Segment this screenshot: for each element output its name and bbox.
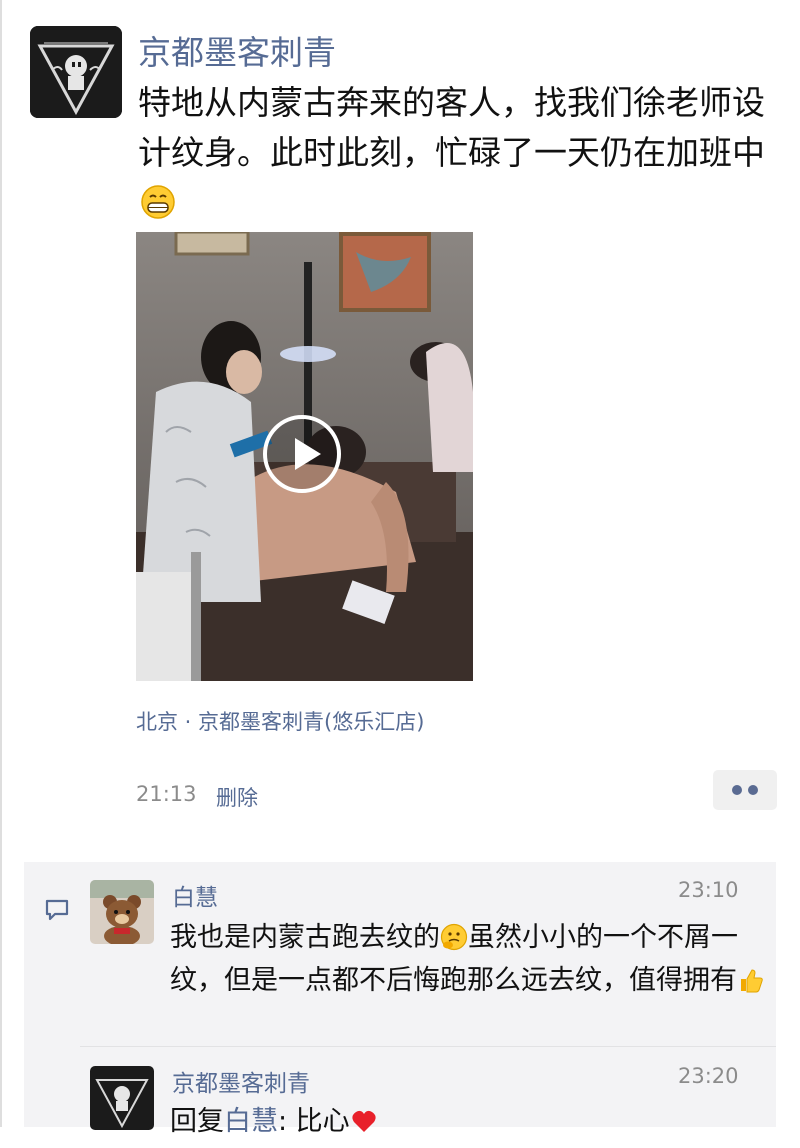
comment-text-part: 我也是内蒙古跑去纹的 — [170, 922, 440, 953]
video-thumbnail[interactable] — [136, 232, 473, 681]
reply-content: : 比心 — [278, 1106, 350, 1137]
post-text-content: 特地从内蒙古奔来的客人，找我们徐老师设计纹身。此时此刻，忙碌了一天仍在加班中 — [138, 83, 765, 172]
grinning-face-emoji-icon — [140, 184, 176, 220]
post-location[interactable]: 北京 · 京都墨客刺青(悠乐汇店) — [136, 706, 424, 736]
reply-prefix: 回复 — [170, 1106, 224, 1137]
post-author-avatar[interactable] — [30, 26, 122, 118]
post-text: 特地从内蒙古奔来的客人，找我们徐老师设计纹身。此时此刻，忙碌了一天仍在加班中 — [138, 78, 778, 228]
thumbs-up-emoji-icon — [737, 964, 765, 993]
reply-time: 23:20 — [678, 1064, 739, 1088]
post-author-name[interactable]: 京都墨客刺青 — [138, 26, 336, 74]
reply-text[interactable]: 回复白慧: 比心 — [170, 1100, 766, 1143]
reply-author-name[interactable]: 京都墨客刺青 — [172, 1064, 310, 1098]
thinking-face-emoji-icon — [440, 921, 468, 951]
comment-divider — [80, 1046, 776, 1047]
comment-bubble-icon — [45, 899, 69, 921]
play-icon[interactable] — [263, 415, 341, 493]
delete-button[interactable]: 删除 — [216, 782, 258, 812]
commenter-avatar[interactable] — [90, 880, 154, 944]
reply-to-name[interactable]: 白慧 — [224, 1106, 278, 1137]
more-dot — [748, 785, 758, 795]
comment-time: 23:10 — [678, 878, 739, 902]
more-dot — [732, 785, 742, 795]
reply-author-avatar[interactable] — [90, 1066, 154, 1130]
more-dots-icon[interactable] — [713, 770, 777, 810]
heart-emoji-icon — [350, 1105, 378, 1133]
comment-text[interactable]: 我也是内蒙古跑去纹的 虽然小小的一个不屑一纹，但是一点都不后悔跑那么远去纹，值得… — [170, 916, 766, 1002]
post-time: 21:13 — [136, 782, 197, 806]
left-edge-line — [0, 0, 2, 1127]
comment-author-name[interactable]: 白慧 — [172, 878, 218, 912]
